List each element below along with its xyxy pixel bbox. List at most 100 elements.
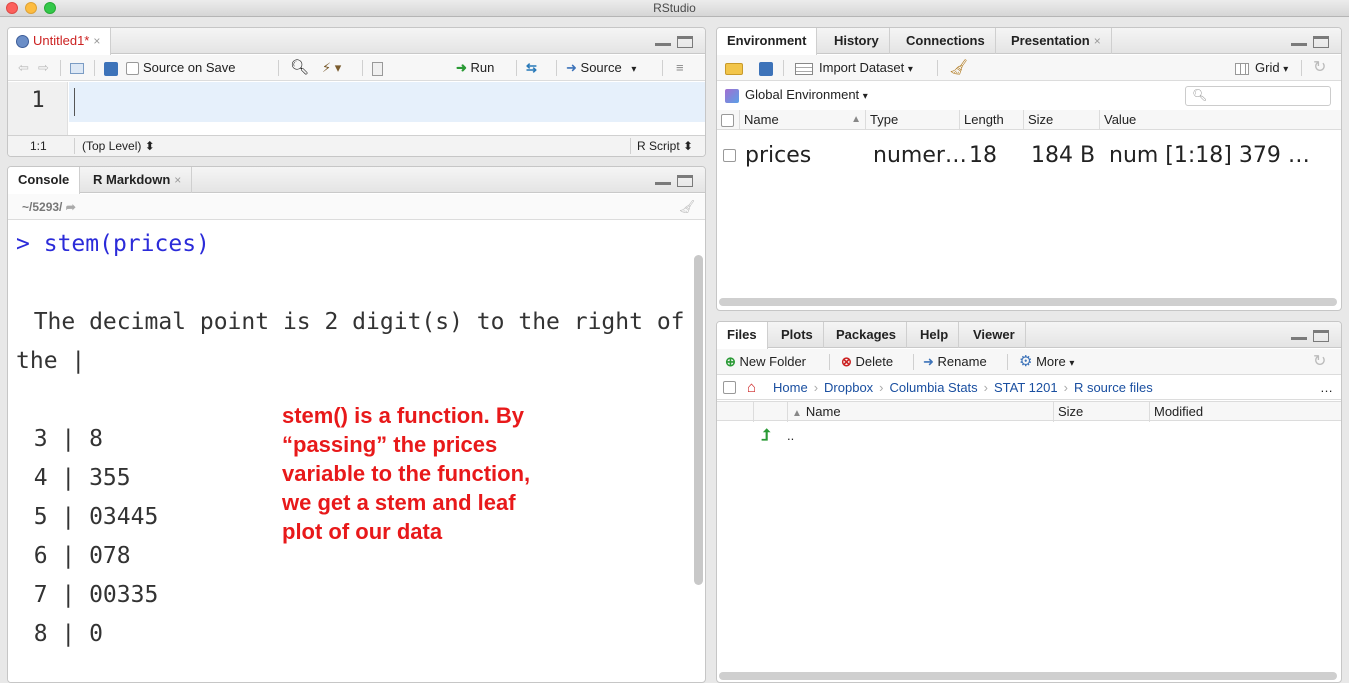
import-dataset-button[interactable]: Import Dataset ▾ — [795, 55, 913, 81]
tab-help[interactable]: Help — [910, 322, 960, 348]
col-header-value[interactable]: Value — [1099, 110, 1341, 130]
env-search-input[interactable]: 🔍︎ — [1185, 86, 1331, 106]
minimize-pane-icon[interactable] — [655, 36, 671, 46]
var-size: 184 B — [1031, 143, 1096, 168]
clear-console-icon[interactable]: 🧹︎ — [678, 194, 695, 220]
console-pathbar: ~/5293/ ➦ 🧹︎ — [8, 194, 705, 220]
maximize-pane-icon[interactable] — [677, 175, 693, 187]
files-hscrollbar[interactable] — [719, 672, 1337, 680]
env-hscrollbar[interactable] — [719, 298, 1337, 306]
tab-console[interactable]: Console — [8, 167, 81, 194]
broom-icon[interactable]: 🧹︎ — [949, 55, 968, 81]
r-file-icon — [16, 35, 29, 49]
save-workspace-icon[interactable] — [759, 55, 773, 81]
chevron-down-icon: ▾ — [1283, 64, 1289, 75]
tab-packages[interactable]: Packages — [826, 322, 907, 348]
close-tab-icon[interactable]: × — [1094, 34, 1101, 48]
rename-button[interactable]: ➜ Rename — [923, 349, 987, 375]
divider — [783, 60, 784, 76]
rerun-icon[interactable]: ⇆ — [526, 55, 537, 81]
row-checkbox[interactable] — [723, 149, 736, 162]
source-arrow-icon: ➜ — [566, 60, 577, 75]
select-all-checkbox[interactable] — [723, 381, 736, 394]
minimize-pane-icon[interactable] — [655, 175, 671, 185]
save-icon[interactable] — [104, 55, 118, 81]
forward-arrow-icon[interactable]: ⇨ — [38, 55, 49, 81]
compile-notebook-icon[interactable] — [372, 55, 383, 81]
select-all-checkbox[interactable] — [717, 110, 739, 130]
divider — [662, 60, 663, 76]
magic-wand-icon[interactable]: ⚡︎ ▾ — [322, 55, 341, 81]
file-type-selector[interactable]: R Script ⬍ — [637, 136, 693, 156]
maximize-pane-icon[interactable] — [1313, 330, 1329, 342]
source-on-save-label: Source on Save — [143, 60, 236, 75]
col-header-length[interactable]: Length — [959, 110, 1023, 130]
new-folder-button[interactable]: ⊕ New Folder — [725, 349, 806, 375]
col-header-name[interactable]: Name ▲ — [739, 110, 865, 130]
maximize-pane-icon[interactable] — [677, 36, 693, 48]
crumb-home[interactable]: Home — [773, 380, 808, 395]
load-workspace-icon[interactable] — [725, 55, 743, 81]
source-label: Source — [580, 60, 622, 75]
tab-plots[interactable]: Plots — [771, 322, 824, 348]
col-header-type[interactable]: Type — [865, 110, 959, 130]
col-header-modified[interactable]: Modified — [1149, 402, 1341, 422]
tab-r-markdown[interactable]: R Markdown × — [83, 167, 193, 193]
col-header-size[interactable]: Size — [1053, 402, 1149, 422]
maximize-pane-icon[interactable] — [1313, 36, 1329, 48]
crumb-dropbox[interactable]: Dropbox — [824, 380, 873, 395]
tab-history[interactable]: History — [824, 28, 890, 54]
divider — [94, 60, 95, 76]
back-arrow-icon[interactable]: ⇦ — [18, 55, 29, 81]
outline-icon[interactable]: ≡ — [676, 55, 684, 81]
console-scrollbar[interactable] — [694, 255, 703, 585]
parent-dir-link[interactable]: .. — [787, 424, 794, 448]
tab-untitled1[interactable]: Untitled1* × — [8, 28, 112, 55]
stem-row: 6 | 078 — [7, 543, 131, 569]
refresh-icon[interactable]: ↻ — [1313, 349, 1326, 375]
tab-presentation[interactable]: Presentation × — [1001, 28, 1112, 54]
divider — [1301, 60, 1302, 76]
refresh-icon[interactable]: ↻ — [1313, 55, 1326, 81]
divider — [556, 60, 557, 76]
tab-viewer[interactable]: Viewer — [963, 322, 1026, 348]
goto-directory-icon[interactable]: ➦ — [66, 200, 76, 214]
tab-connections[interactable]: Connections — [896, 28, 996, 54]
more-button[interactable]: ⚙ More ▾ — [1019, 349, 1074, 375]
console-output[interactable]: > stem(prices) The decimal point is 2 di… — [8, 221, 691, 682]
crumb-r-source-files[interactable]: R source files — [1074, 380, 1153, 395]
stem-row: 4 | 355 — [7, 465, 131, 491]
tab-environment[interactable]: Environment — [717, 28, 818, 55]
console-pane: Console R Markdown × ~/5293/ ➦ 🧹︎ > stem(… — [7, 166, 706, 683]
source-on-save-checkbox[interactable]: Source on Save — [126, 55, 236, 81]
home-icon[interactable]: ⌂ — [747, 376, 756, 400]
col-header-size[interactable]: Size — [1023, 110, 1099, 130]
col-header-name[interactable]: ▲ Name — [787, 402, 1053, 422]
crumb-columbia-stats[interactable]: Columbia Stats — [890, 380, 978, 395]
grid-view-button[interactable]: Grid ▾ — [1235, 55, 1288, 81]
editor-active-line[interactable] — [69, 82, 705, 122]
search-icon[interactable]: 🔍︎ — [290, 55, 309, 81]
scope-selector[interactable]: (Top Level) ⬍ — [82, 136, 155, 156]
close-tab-icon[interactable]: × — [93, 34, 100, 48]
minimize-pane-icon[interactable] — [1291, 330, 1307, 340]
stem-row: 8 | 0 — [7, 621, 103, 647]
chevron-down-icon: ▾ — [862, 91, 868, 102]
env-row[interactable]: prices numer… 18 184 B num [1:18] 379 … — [717, 138, 1341, 174]
close-tab-icon[interactable]: × — [174, 173, 181, 187]
source-button[interactable]: ➜ Source ▾ — [566, 55, 636, 81]
global-environment-selector[interactable]: Global Environment ▾ — [725, 82, 868, 108]
tab-files[interactable]: Files — [717, 322, 768, 349]
console-tabbar: Console R Markdown × — [8, 167, 705, 194]
divider — [516, 60, 517, 76]
chevron-right-icon: › — [879, 380, 884, 395]
delete-button[interactable]: ⊗ Delete — [841, 349, 893, 375]
var-length: 18 — [969, 143, 997, 168]
file-row-parent[interactable]: ⮥ .. — [717, 424, 1341, 448]
show-in-window-icon[interactable] — [70, 55, 84, 81]
divider — [829, 354, 830, 370]
crumb-stat-1201[interactable]: STAT 1201 — [994, 380, 1058, 395]
run-button[interactable]: ➜ Run — [456, 55, 494, 81]
minimize-pane-icon[interactable] — [1291, 36, 1307, 46]
ellipsis-icon[interactable]: … — [1320, 376, 1333, 400]
